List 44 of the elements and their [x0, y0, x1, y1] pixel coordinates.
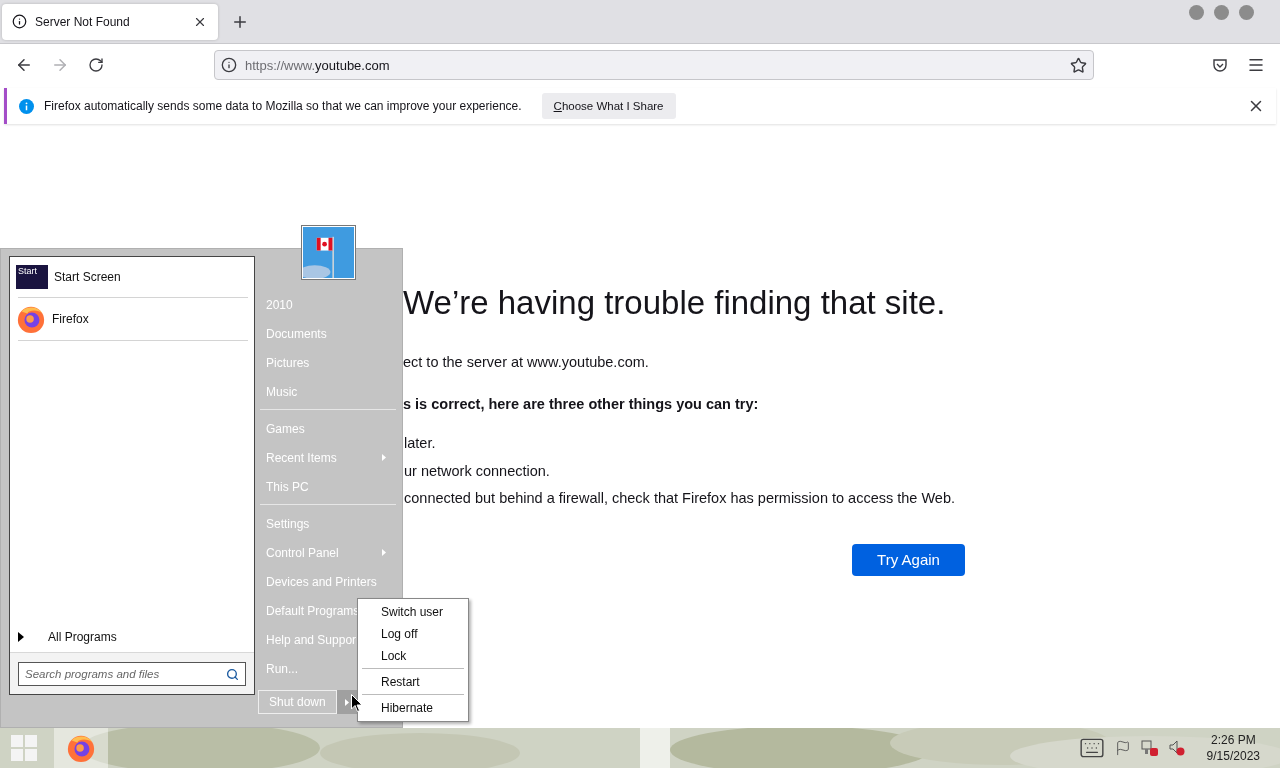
flag-icon[interactable]	[1114, 740, 1131, 756]
pocket-icon	[1212, 57, 1228, 73]
pinned-program[interactable]: Firefox	[10, 298, 254, 340]
all-programs-item[interactable]: All Programs	[10, 622, 254, 652]
suggestion-text: connected but behind a firewall, check that Firefox has permission to access the Web.	[404, 489, 956, 508]
forward-arrow-icon	[51, 56, 69, 74]
submenu-arrow-icon	[382, 454, 386, 461]
menu-item[interactable]: Lock	[358, 645, 468, 667]
bookmark-star-icon[interactable]	[1070, 56, 1087, 74]
search-field[interactable]: Search programs and files	[18, 662, 246, 686]
reload-icon	[88, 57, 104, 73]
firefox-icon	[66, 733, 96, 763]
triangle-icon	[345, 698, 349, 706]
pinned-program[interactable]: Start Start Screen	[10, 257, 254, 297]
browser-tab[interactable]: Server Not Found	[2, 3, 218, 40]
firefox-icon	[16, 304, 46, 334]
info-icon	[221, 57, 237, 73]
suggestion-text: later.	[404, 434, 436, 453]
url-field[interactable]: https://www.youtube.com	[214, 50, 1094, 80]
menu-item[interactable]: Restart	[358, 671, 468, 693]
triangle-icon	[18, 632, 24, 642]
windows-logo-icon	[11, 735, 37, 761]
error-title: We’re having trouble finding that site.	[403, 284, 947, 322]
network-error-icon[interactable]	[1140, 740, 1159, 756]
search-icon	[226, 667, 239, 681]
start-screen-tile-icon: Start	[16, 265, 48, 289]
suggestions-heading: s is correct, here are three other things you can try:	[403, 396, 760, 412]
error-message: ect to the server at www.youtube.com.	[403, 354, 650, 370]
menu-item[interactable]: Log off	[358, 623, 468, 645]
submenu-arrow-icon	[382, 549, 386, 556]
window-control[interactable]	[1239, 5, 1254, 20]
clock[interactable]: 2:26 PM 9/15/2023	[1206, 732, 1260, 764]
firefox-taskbar-button[interactable]	[54, 728, 108, 768]
try-again-button[interactable]: Try Again	[852, 543, 965, 576]
notification-message: Firefox automatically sends some data to Mozilla so that we can improve your experience.	[44, 99, 522, 113]
info-icon	[12, 14, 27, 29]
muted-speaker-icon[interactable]	[1168, 740, 1185, 756]
menu-icon	[1247, 56, 1265, 74]
info-icon	[19, 98, 34, 114]
menu-item[interactable]: Switch user	[358, 601, 468, 623]
choose-share-button[interactable]: Choose What I Share	[541, 93, 676, 119]
window-control[interactable]	[1214, 5, 1229, 20]
suggestion-text: ur network connection.	[404, 461, 550, 481]
window-control[interactable]	[1189, 5, 1204, 20]
